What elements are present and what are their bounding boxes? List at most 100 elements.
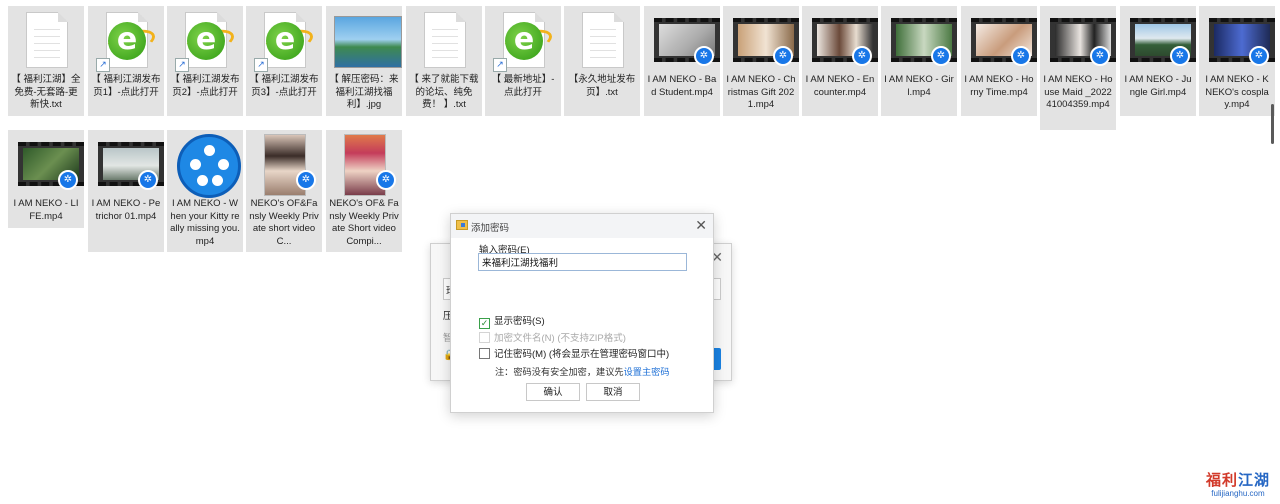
encrypt-filenames-option: 加密文件名(N) (不支持ZIP格式)	[479, 330, 626, 344]
file-item[interactable]: e ↗ 【 福利江湖发布页1】-点此打开	[88, 6, 164, 116]
remember-password-option[interactable]: 记住密码(M) (将会显示在管理密码窗口中)	[479, 346, 669, 360]
text-file-icon	[414, 10, 474, 72]
file-item[interactable]: ✲ I AM NEKO - Encounter.mp4	[802, 6, 878, 116]
watermark-url: fulijianghu.com	[1211, 489, 1265, 498]
set-master-password-link[interactable]: 设置主密码	[624, 367, 670, 377]
video-badge-icon: ✲	[376, 170, 396, 190]
video-badge-icon: ✲	[931, 46, 951, 66]
video-thumbnail: ✲	[810, 10, 878, 72]
file-item[interactable]: 【永久地址发布页】.txt	[564, 6, 640, 116]
note-text: 注：密码没有安全加密，建议先	[495, 367, 624, 377]
file-item[interactable]: e ↗ 【 福利江湖发布页2】-点此打开	[167, 6, 243, 116]
video-thumbnail: ✲	[652, 10, 720, 72]
video-badge-icon: ✲	[1249, 46, 1269, 66]
file-item[interactable]: ✲ I AM NEKO - Girl.mp4	[881, 6, 957, 116]
show-password-option[interactable]: ✓ 显示密码(S)	[479, 313, 545, 329]
dialog-titlebar: 添加密码 ✕	[451, 214, 713, 238]
file-item[interactable]: e ↗ 【 最新地址】-点此打开	[485, 6, 561, 116]
file-item[interactable]: ✲ I AM NEKO - House Maid _202241004359.m…	[1040, 6, 1116, 130]
internet-shortcut-icon: e ↗	[96, 10, 159, 72]
file-name: I AM NEKO - When your Kitty really missi…	[170, 198, 240, 247]
password-note: 注：密码没有安全加密，建议先设置主密码	[495, 364, 670, 378]
video-badge-icon: ✲	[1090, 46, 1110, 66]
file-name: 【 解压密码：来福利江湖找福利】.jpg	[329, 74, 399, 110]
video-badge-icon: ✲	[138, 170, 158, 190]
scrollbar-thumb[interactable]	[1271, 104, 1274, 144]
site-watermark: 福利江湖 fulijianghu.com	[1206, 469, 1270, 498]
file-name: 【 福利江湖发布页1】-点此打开	[91, 74, 161, 98]
file-name: I AM NEKO - House Maid _202241004359.mp4	[1043, 74, 1113, 110]
watermark-red: 福利	[1205, 471, 1238, 489]
password-input[interactable]	[478, 253, 687, 271]
file-item[interactable]: ✲ I AM NEKO - Horny Time.mp4	[961, 6, 1037, 116]
file-name: 【 福利江湖发布页2】-点此打开	[170, 74, 240, 98]
file-item[interactable]: ✲ I AM NEKO - Jungle Girl.mp4	[1120, 6, 1196, 116]
video-thumbnail: ✲	[96, 134, 164, 196]
confirm-button[interactable]: 确认	[526, 383, 580, 401]
cancel-button[interactable]: 取消	[586, 383, 640, 401]
video-thumbnail: ✲	[731, 10, 799, 72]
file-item[interactable]: ✲ I AM NEKO - LIFE.mp4	[8, 130, 84, 228]
close-icon[interactable]: ✕	[695, 217, 707, 234]
file-item[interactable]: ✲ I AM NEKO - K NEKO's cosplay.mp4	[1199, 6, 1275, 116]
file-name: NEKO's OF&Fansly Weekly Private short vi…	[249, 198, 319, 247]
remember-password-label: 记住密码(M) (将会显示在管理密码窗口中)	[494, 349, 670, 360]
video-thumbnail: ✲	[1048, 10, 1116, 72]
file-item[interactable]: 【 来了就能下载的论坛、纯免费！ 】.txt	[406, 6, 482, 116]
file-name: I AM NEKO - Encounter.mp4	[805, 74, 875, 98]
file-name: 【 福利江湖发布页3】-点此打开	[249, 74, 319, 98]
file-name: I AM NEKO - Jungle Girl.mp4	[1124, 74, 1192, 98]
file-item[interactable]: ✲ I AM NEKO - Christmas Gift 2021.mp4	[723, 6, 799, 116]
text-file-icon	[572, 10, 632, 72]
file-name: I AM NEKO - Petrichor 01.mp4	[91, 198, 161, 222]
internet-shortcut-icon: e ↗	[254, 10, 317, 72]
file-name: I AM NEKO - Horny Time.mp4	[964, 74, 1034, 98]
video-badge-icon: ✲	[1170, 46, 1190, 66]
show-password-checkbox[interactable]: ✓	[479, 318, 490, 329]
video-badge-icon: ✲	[1011, 46, 1031, 66]
video-thumbnail: ✲	[334, 134, 396, 196]
video-thumbnail: ✲	[1207, 10, 1275, 72]
file-name: 【 最新地址】-点此打开	[491, 74, 555, 98]
file-item[interactable]: I AM NEKO - When your Kitty really missi…	[167, 130, 243, 252]
video-badge-icon: ✲	[694, 46, 714, 66]
remember-password-checkbox[interactable]	[479, 348, 490, 359]
file-name: NEKO's OF& Fansly Weekly Private Short v…	[329, 198, 399, 247]
media-player-icon	[175, 134, 241, 198]
video-thumbnail: ✲	[969, 10, 1037, 72]
watermark-blue: 江湖	[1237, 471, 1270, 489]
file-name: I AM NEKO - Girl.mp4	[884, 74, 954, 98]
video-thumbnail: ✲	[889, 10, 957, 72]
file-item[interactable]: ✲ NEKO's OF&Fansly Weekly Private short …	[246, 130, 322, 252]
file-item[interactable]: ✲ NEKO's OF& Fansly Weekly Private Short…	[326, 130, 402, 252]
file-item[interactable]: ✲ I AM NEKO - Petrichor 01.mp4	[88, 130, 164, 252]
dialog-title: 添加密码	[471, 223, 510, 234]
add-password-dialog: 添加密码 ✕ 输入密码(E) ✓显示密码(S) 加密文件名(N) (不支持ZIP…	[450, 213, 714, 413]
image-file-icon	[334, 10, 402, 72]
internet-shortcut-icon: e ↗	[175, 10, 238, 72]
file-name: 【 福利江湖】全免费-无套路-更新快.txt	[11, 74, 81, 110]
encrypt-filenames-label: 加密文件名(N) (不支持ZIP格式)	[494, 333, 626, 344]
file-name: I AM NEKO - Christmas Gift 2021.mp4	[726, 74, 796, 110]
video-thumbnail: ✲	[254, 134, 316, 196]
video-badge-icon: ✲	[58, 170, 78, 190]
file-item[interactable]: 【 解压密码：来福利江湖找福利】.jpg	[326, 6, 402, 116]
archive-icon	[456, 220, 468, 230]
file-item[interactable]: ✲ I AM NEKO - Bad Student.mp4	[644, 6, 720, 116]
video-thumbnail: ✲	[16, 134, 84, 196]
show-password-label: 显示密码(S)	[494, 316, 545, 327]
encrypt-filenames-checkbox	[479, 332, 490, 343]
file-name: 【永久地址发布页】.txt	[568, 74, 636, 98]
file-name: 【 来了就能下载的论坛、纯免费！ 】.txt	[409, 74, 479, 110]
internet-shortcut-icon: e ↗	[493, 10, 556, 72]
file-item[interactable]: e ↗ 【 福利江湖发布页3】-点此打开	[246, 6, 322, 116]
file-item[interactable]: 【 福利江湖】全免费-无套路-更新快.txt	[8, 6, 84, 116]
video-badge-icon: ✲	[296, 170, 316, 190]
video-badge-icon: ✲	[773, 46, 793, 66]
video-thumbnail: ✲	[1128, 10, 1196, 72]
text-file-icon	[16, 10, 76, 72]
video-badge-icon: ✲	[852, 46, 872, 66]
file-name: I AM NEKO - LIFE.mp4	[13, 198, 79, 222]
file-name: I AM NEKO - Bad Student.mp4	[647, 74, 717, 98]
file-name: I AM NEKO - K NEKO's cosplay.mp4	[1205, 74, 1269, 110]
